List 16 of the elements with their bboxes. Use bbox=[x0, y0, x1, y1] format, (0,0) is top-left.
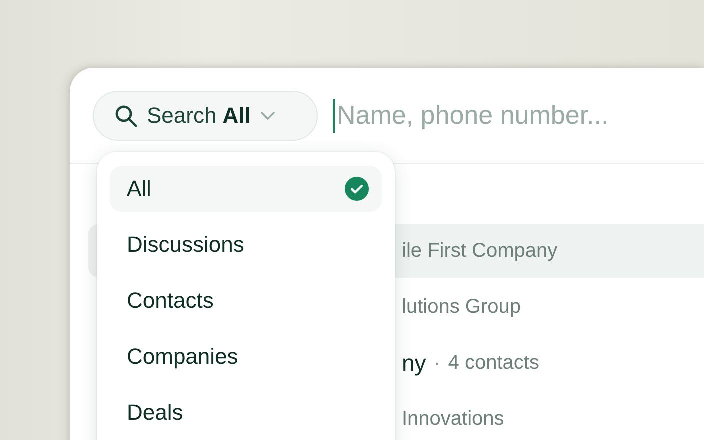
result-detail: 4 contacts bbox=[448, 352, 540, 374]
result-title: ile First Company bbox=[402, 240, 558, 262]
menu-item[interactable]: Companies bbox=[110, 334, 382, 380]
menu-item[interactable]: Contacts bbox=[110, 278, 382, 324]
result-title: lutions Group bbox=[402, 296, 521, 318]
search-scope-button[interactable]: Search All bbox=[93, 90, 318, 140]
search-icon bbox=[114, 104, 138, 128]
menu-item[interactable]: All bbox=[110, 166, 382, 212]
menu-item[interactable]: Deals bbox=[110, 390, 382, 436]
separator-dot: · bbox=[434, 352, 440, 374]
result-title: Innovations bbox=[402, 408, 504, 430]
chevron-down-icon bbox=[260, 110, 276, 120]
menu-item[interactable]: Discussions bbox=[110, 222, 382, 268]
check-circle-icon bbox=[345, 177, 369, 201]
search-input[interactable]: Name, phone number... bbox=[337, 100, 677, 131]
result-title: ny bbox=[402, 350, 426, 376]
